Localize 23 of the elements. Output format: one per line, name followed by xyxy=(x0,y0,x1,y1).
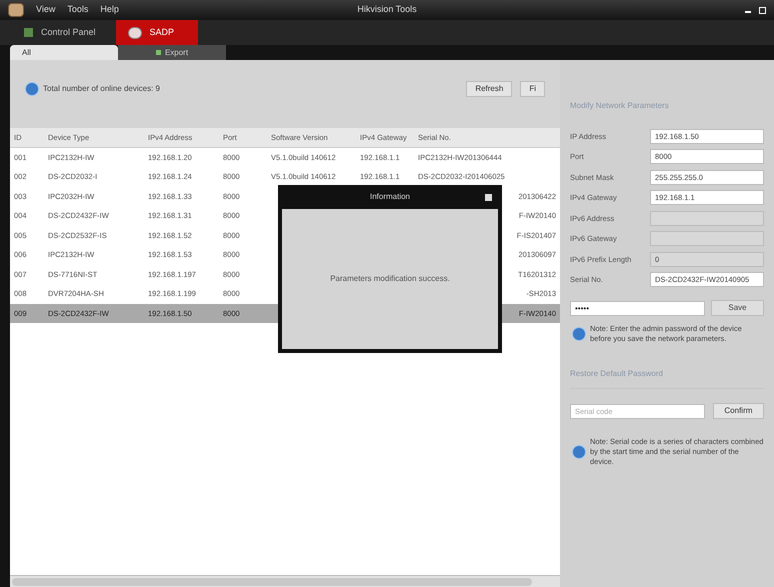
menu-item[interactable]: Tools xyxy=(67,3,88,17)
section-title: Modify Network Parameters xyxy=(570,100,670,112)
menu-item[interactable]: Help xyxy=(100,3,119,17)
info-icon xyxy=(25,82,39,96)
main-tab[interactable]: Control Panel xyxy=(12,20,108,45)
sub-tab[interactable]: Export xyxy=(118,45,226,60)
info-icon xyxy=(572,327,586,341)
save-button[interactable]: Save xyxy=(711,300,764,316)
main-tab[interactable]: SADP xyxy=(116,20,198,45)
refresh-button[interactable]: Refresh xyxy=(466,81,512,97)
close-icon[interactable] xyxy=(485,194,492,200)
filter-button[interactable]: Fi xyxy=(520,81,545,97)
window-title: Hikvision Tools xyxy=(357,3,417,16)
maximize-icon[interactable] xyxy=(759,6,766,14)
password-field[interactable]: ••••• xyxy=(570,300,706,316)
dialog-message: Parameters modification success. xyxy=(330,273,450,285)
device-count: Total number of online devices: 9 xyxy=(43,83,160,95)
dialog-title: Information xyxy=(370,191,410,203)
info-icon xyxy=(572,445,586,459)
menu-item[interactable]: View xyxy=(36,3,56,17)
sub-tab[interactable]: All xyxy=(10,45,118,60)
confirm-button[interactable]: Confirm xyxy=(712,403,764,419)
section-title: Restore Default Password xyxy=(570,368,764,389)
